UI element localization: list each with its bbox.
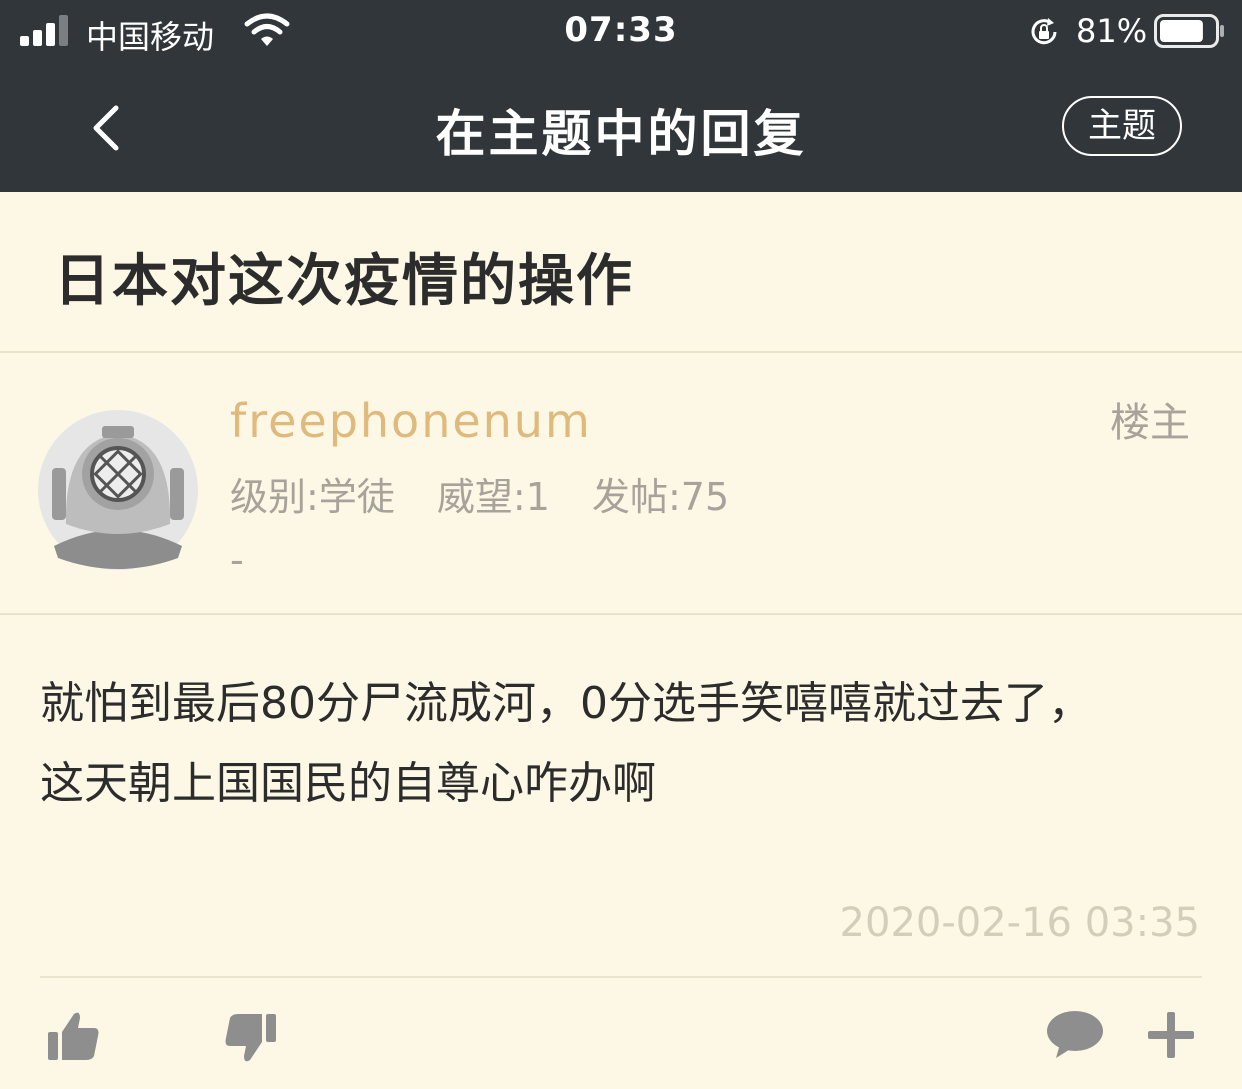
nav-bar: 在主题中的回复 主题 (0, 64, 1242, 192)
thumbs-up-icon[interactable] (46, 1010, 100, 1062)
plus-icon[interactable] (1146, 1010, 1196, 1060)
diving-helmet-avatar[interactable] (38, 410, 198, 570)
thread-title: 日本对这次疫情的操作 (54, 249, 634, 314)
battery-icon (1154, 14, 1224, 48)
user-prestige: 威望:1 (436, 475, 550, 519)
user-meta: 级别:学徒 威望:1 发帖:75 (230, 466, 759, 521)
post-content-line: 就怕到最后80分尸流成河，0分选手笑嘻嘻就过去了， (40, 678, 1092, 729)
topic-button[interactable]: 主题 (1062, 96, 1182, 156)
divider (0, 351, 1242, 353)
top-bar: 中国移动 07:33 81% 在主题中的回复 主题 (0, 0, 1242, 192)
user-signature: - (230, 538, 244, 582)
rotation-lock-icon (1031, 18, 1057, 45)
comment-icon[interactable] (1046, 1010, 1104, 1060)
username[interactable]: freephonenum (230, 394, 592, 448)
status-bar: 中国移动 07:33 81% (0, 0, 1242, 64)
user-post-count: 发帖:75 (591, 475, 730, 519)
post-timestamp: 2020-02-16 03:35 (839, 900, 1200, 946)
post-content-line: 这天朝上国国民的自尊心咋办啊 (40, 758, 656, 809)
divider (40, 976, 1202, 978)
post-content: 就怕到最后80分尸流成河，0分选手笑嘻嘻就过去了， 这天朝上国国民的自尊心咋办啊 (40, 664, 1200, 824)
battery-percent: 81% (1076, 12, 1148, 50)
user-level: 级别:学徒 (230, 475, 395, 519)
page-title: 在主题中的回复 (435, 105, 807, 163)
divider (0, 613, 1242, 615)
owner-badge: 楼主 (1110, 400, 1190, 446)
thumbs-down-icon[interactable] (224, 1012, 278, 1064)
